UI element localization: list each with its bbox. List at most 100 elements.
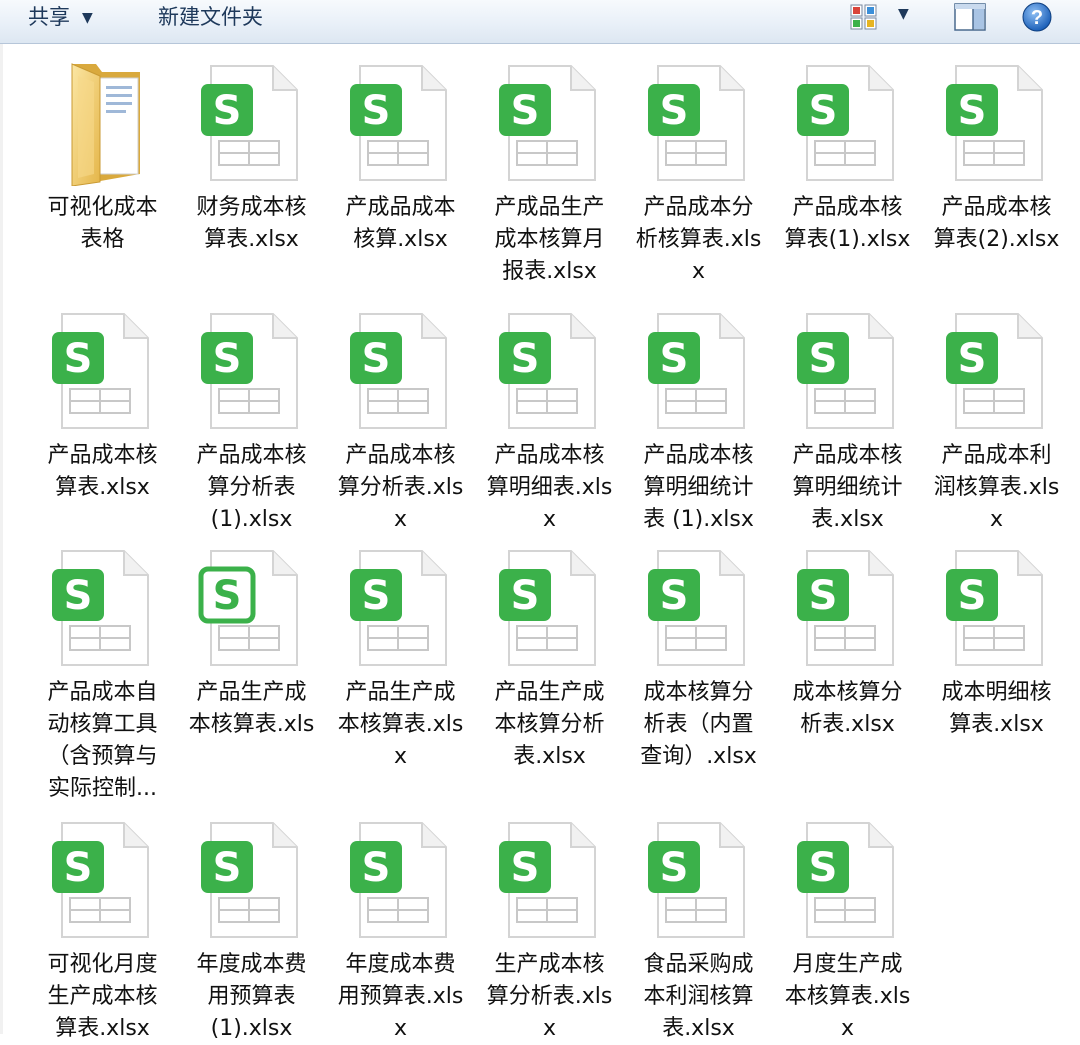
file-item[interactable]: S 产品成本核算分析表(1).xlsx (177, 304, 326, 541)
file-item[interactable]: S 产品成本分析核算表.xlsx (624, 56, 773, 304)
svg-text:S: S (361, 336, 390, 382)
file-item[interactable]: S 产品成本核算表(2).xlsx (922, 56, 1071, 304)
spreadsheet-icon: S (942, 541, 1052, 671)
spreadsheet-icon: S (495, 813, 605, 943)
file-item[interactable]: S 年度成本费用预算表(1).xlsx (177, 813, 326, 1041)
spreadsheet-icon: S (942, 56, 1052, 186)
spreadsheet-icon: S (346, 813, 456, 943)
file-item[interactable]: S 产品成本核算表(1).xlsx (773, 56, 922, 304)
spreadsheet-icon: S (197, 541, 307, 671)
file-name-label: 产品成本利润核算表.xlsx (933, 443, 1060, 532)
svg-text:S: S (212, 573, 241, 619)
svg-text:S: S (63, 573, 92, 619)
file-name-label: 产成品生产成本核算月报表.xlsx (494, 195, 605, 284)
file-item[interactable]: S 成本核算分析表（内置查询）.xlsx (624, 541, 773, 813)
file-item[interactable]: S 食品采购成本利润核算表.xlsx (624, 813, 773, 1041)
file-item[interactable]: S 产成品成本核算.xlsx (326, 56, 475, 304)
file-item[interactable]: S 产品成本核算明细统计表 (1).xlsx (624, 304, 773, 541)
svg-text:S: S (659, 845, 688, 891)
svg-text:S: S (361, 845, 390, 891)
svg-text:S: S (957, 336, 986, 382)
share-button[interactable]: 共享 ▼ (28, 0, 93, 36)
spreadsheet-icon: S (495, 541, 605, 671)
file-name-label: 产品生产成本核算表.xls (188, 680, 315, 737)
file-item[interactable]: S 产品成本自动核算工具（含预算与实际控制... (28, 541, 177, 813)
file-name-label: 产品生产成本核算表.xlsx (337, 680, 464, 769)
spreadsheet-icon: S (346, 56, 456, 186)
file-name-label: 可视化成本表格 (47, 195, 158, 252)
chevron-down-icon: ▼ (82, 10, 93, 26)
spreadsheet-icon: S (48, 813, 158, 943)
spreadsheet-icon: S (495, 56, 605, 186)
file-item[interactable]: S 成本核算分析表.xlsx (773, 541, 922, 813)
new-folder-button[interactable]: 新建文件夹 (158, 0, 263, 36)
share-label: 共享 (28, 5, 70, 29)
svg-text:S: S (361, 573, 390, 619)
spreadsheet-icon: S (644, 813, 754, 943)
preview-pane-icon[interactable] (954, 3, 986, 31)
file-name-label: 产品成本核算明细表.xlsx (486, 443, 613, 532)
help-icon[interactable]: ? (1022, 2, 1052, 32)
file-name-label: 成本核算分析表（内置查询）.xlsx (640, 680, 757, 769)
file-name-label: 产品成本核算分析表.xlsx (337, 443, 464, 532)
file-name-label: 产品成本分析核算表.xlsx (635, 195, 762, 284)
file-name-label: 产品成本核算分析表(1).xlsx (196, 443, 307, 532)
spreadsheet-icon: S (48, 541, 158, 671)
spreadsheet-icon: S (48, 304, 158, 434)
view-options-chevron-icon[interactable]: ▼ (898, 6, 909, 22)
file-name-label: 可视化月度生产成本核算表.xlsx (47, 952, 158, 1041)
spreadsheet-icon: S (495, 304, 605, 434)
file-item[interactable]: S 产品生产成本核算表.xlsx (326, 541, 475, 813)
file-name-label: 月度生产成本核算表.xlsx (784, 952, 911, 1041)
svg-text:S: S (510, 88, 539, 134)
spreadsheet-icon: S (793, 56, 903, 186)
file-name-label: 产品成本核算表.xlsx (47, 443, 158, 500)
file-name-label: 生产成本核算分析表.xlsx (486, 952, 613, 1041)
svg-text:S: S (212, 336, 241, 382)
file-item[interactable]: S 产品生产成本核算表.xls (177, 541, 326, 813)
file-item[interactable]: S 产品成本核算明细统计表.xlsx (773, 304, 922, 541)
svg-text:S: S (510, 336, 539, 382)
file-name-label: 产品成本核算表(2).xlsx (933, 195, 1060, 252)
file-name-label: 产品生产成本核算分析表.xlsx (494, 680, 605, 769)
file-item[interactable]: S 产品生产成本核算分析表.xlsx (475, 541, 624, 813)
svg-text:S: S (63, 336, 92, 382)
svg-text:S: S (510, 573, 539, 619)
svg-text:S: S (63, 845, 92, 891)
file-item[interactable]: S 年度成本费用预算表.xlsx (326, 813, 475, 1041)
folder-item[interactable]: 可视化成本表格 (28, 56, 177, 304)
svg-text:S: S (659, 88, 688, 134)
file-name-label: 年度成本费用预算表(1).xlsx (196, 952, 307, 1041)
spreadsheet-icon: S (644, 541, 754, 671)
spreadsheet-icon: S (346, 304, 456, 434)
file-item[interactable]: S 财务成本核算表.xlsx (177, 56, 326, 304)
file-name-label: 产品成本核算明细统计表.xlsx (792, 443, 903, 532)
file-item[interactable]: S 产品成本核算明细表.xlsx (475, 304, 624, 541)
file-item[interactable]: S 产品成本利润核算表.xlsx (922, 304, 1071, 541)
spreadsheet-icon: S (793, 813, 903, 943)
file-name-label: 产品成本核算明细统计表 (1).xlsx (643, 443, 754, 532)
svg-text:S: S (957, 573, 986, 619)
file-name-label: 食品采购成本利润核算表.xlsx (643, 952, 754, 1041)
svg-text:S: S (659, 573, 688, 619)
file-name-label: 年度成本费用预算表.xlsx (337, 952, 464, 1041)
svg-text:S: S (659, 336, 688, 382)
file-item[interactable]: S 产品成本核算表.xlsx (28, 304, 177, 541)
folder-icon (48, 56, 158, 186)
file-item[interactable]: S 生产成本核算分析表.xlsx (475, 813, 624, 1041)
svg-text:?: ? (1031, 7, 1043, 29)
file-item[interactable]: S 可视化月度生产成本核算表.xlsx (28, 813, 177, 1041)
spreadsheet-icon: S (197, 304, 307, 434)
svg-text:S: S (957, 88, 986, 134)
change-view-icon[interactable] (850, 4, 878, 30)
spreadsheet-icon: S (793, 304, 903, 434)
svg-text:S: S (361, 88, 390, 134)
svg-text:S: S (510, 845, 539, 891)
file-grid: 可视化成本表格 S 财务成本核算表.xlsx S 产成品成本核算.xlsx S … (28, 56, 1078, 1041)
file-item[interactable]: S 产品成本核算分析表.xlsx (326, 304, 475, 541)
file-item[interactable]: S 月度生产成本核算表.xlsx (773, 813, 922, 1041)
spreadsheet-icon: S (197, 56, 307, 186)
spreadsheet-icon: S (793, 541, 903, 671)
file-item[interactable]: S 成本明细核算表.xlsx (922, 541, 1071, 813)
file-item[interactable]: S 产成品生产成本核算月报表.xlsx (475, 56, 624, 304)
